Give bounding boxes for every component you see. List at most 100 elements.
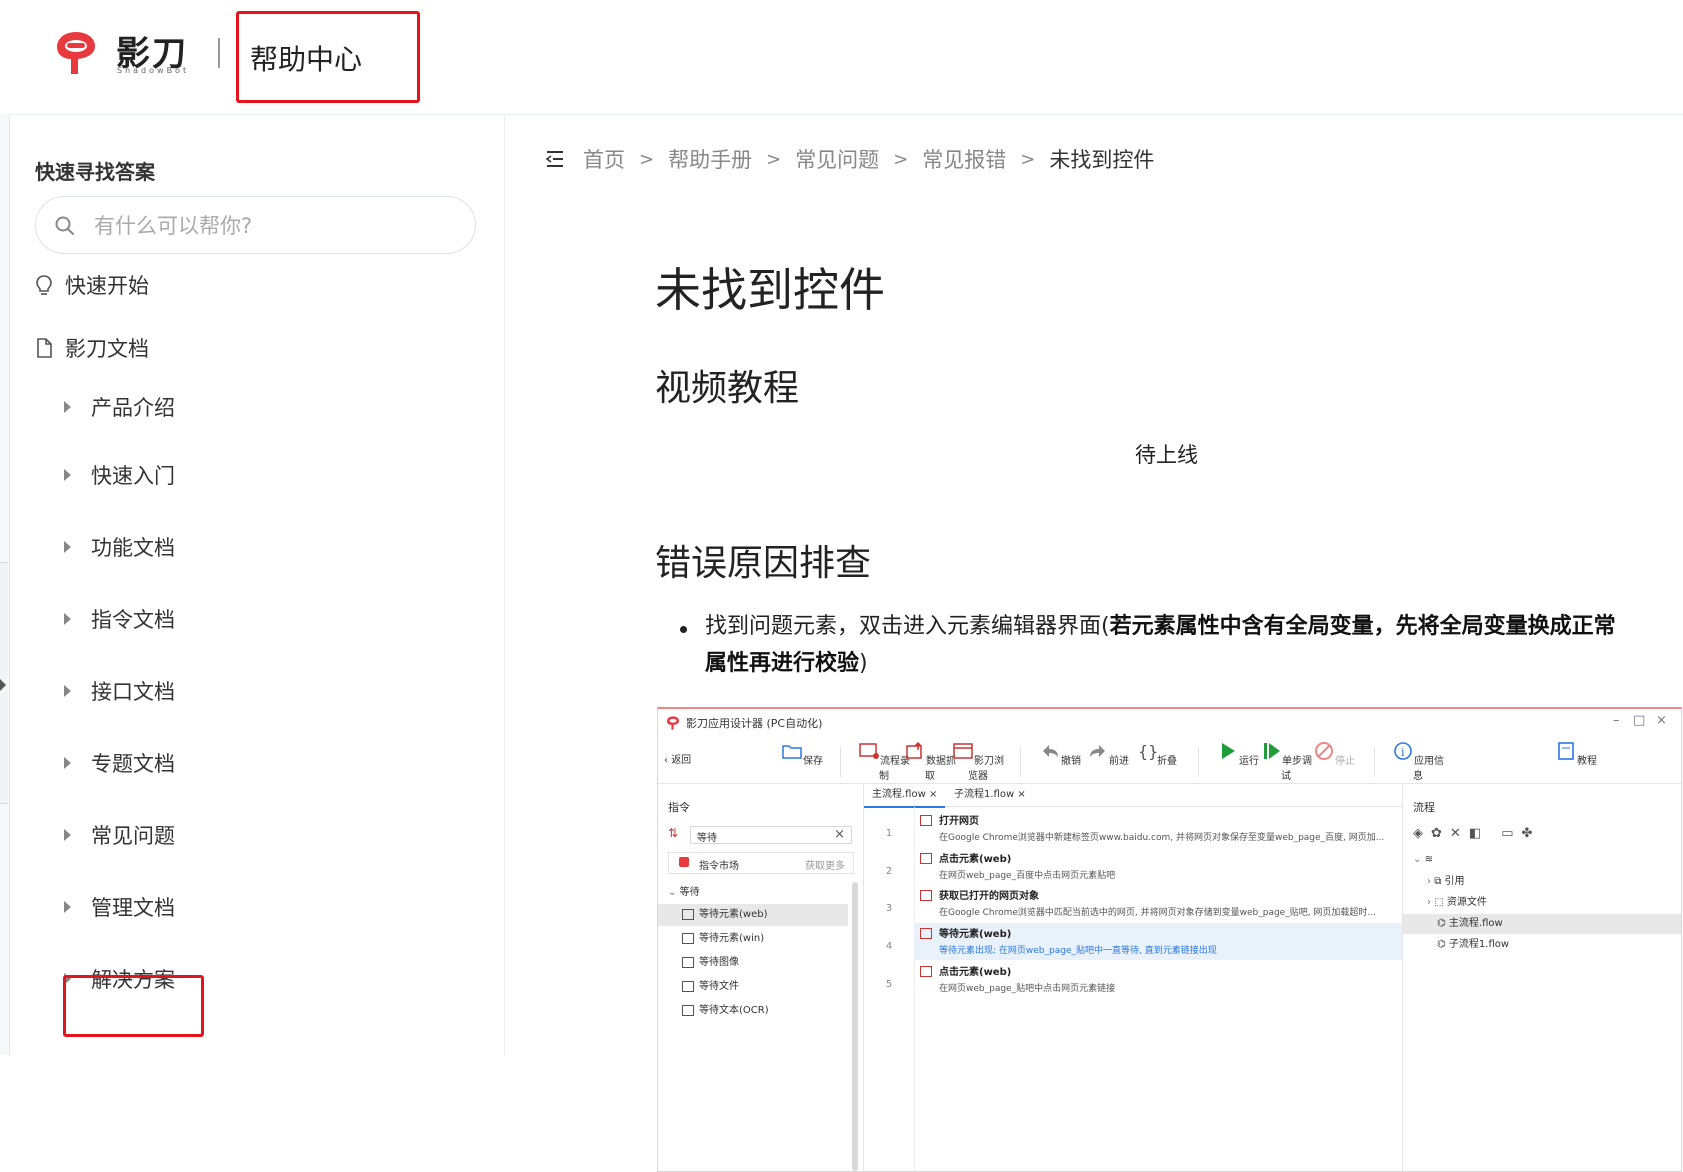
command-group-label: 等待 [679, 887, 700, 898]
close-icon[interactable]: × [1656, 713, 1667, 728]
flow-icon: ⌬ [1437, 939, 1446, 950]
command-item[interactable]: 等待图像 [658, 952, 848, 974]
breadcrumb-manual[interactable]: 帮助手册 [668, 144, 752, 174]
shadowbot-logo-icon[interactable] [54, 28, 98, 78]
folder-icon[interactable]: ▭ [1501, 826, 1521, 841]
command-icon [682, 932, 694, 944]
nav-topic-docs[interactable]: 专题文档 [64, 748, 175, 778]
clear-icon[interactable]: × [834, 827, 845, 842]
breadcrumb-home[interactable]: 首页 [583, 144, 625, 174]
command-item[interactable]: 等待文本(OCR) [658, 1000, 848, 1022]
command-search-value: 等待 [697, 833, 717, 844]
command-market-button[interactable]: 指令市场 获取更多 [668, 852, 854, 874]
toolbar-separator [840, 747, 841, 777]
chevron-right-icon: › [1427, 897, 1431, 908]
svg-text:i: i [1401, 746, 1405, 759]
command-item[interactable]: 等待元素(web) [658, 904, 848, 926]
fold-button[interactable]: {} 折叠 [1126, 741, 1186, 767]
svg-text:{}: {} [1138, 742, 1157, 761]
chevron-down-icon: ⌄ [1413, 854, 1422, 865]
bullet-dot [680, 626, 687, 633]
command-item[interactable]: 等待文件 [658, 976, 848, 998]
save-button[interactable]: 保存 [772, 741, 832, 767]
tree-item-references[interactable]: › ⧉ 引用 [1403, 872, 1681, 892]
market-more-link[interactable]: 获取更多 [805, 857, 845, 872]
flow-step-selected[interactable]: 等待元素(web) 等待元素出现: 在网页web_page_贴吧中一直等待, 直… [914, 923, 1402, 960]
sort-icon[interactable]: ⇅ [668, 826, 678, 840]
breadcrumb-separator: > [766, 148, 782, 170]
command-icon [682, 908, 694, 920]
command-search-input[interactable]: 等待 × [690, 826, 852, 844]
tree-item-resources[interactable]: › ⬚ 资源文件 [1403, 893, 1681, 913]
tree-root[interactable]: ⌄ ≋ [1403, 850, 1681, 870]
menu-toggle-icon[interactable] [545, 150, 565, 168]
app-info-button[interactable]: i 应用信息 [1388, 741, 1448, 782]
folder-icon [782, 745, 802, 759]
flow-step[interactable]: 打开网页 在Google Chrome浏览器中新建标签页www.baidu.co… [914, 810, 1402, 847]
tree-label: 主流程.flow [1448, 918, 1503, 929]
nav-getting-started[interactable]: 快速入门 [64, 460, 175, 490]
breadcrumb-separator: > [1020, 148, 1036, 170]
line-number: 1 [885, 828, 893, 839]
stop-button[interactable]: 停止 [1304, 741, 1364, 767]
command-group[interactable]: ⌄ 等待 [658, 882, 848, 904]
tab-main-flow[interactable]: 主流程.flow × [864, 784, 946, 808]
annotation-box-solutions [63, 975, 204, 1037]
back-button[interactable]: ‹ 返回 [664, 751, 714, 766]
nav-api-docs[interactable]: 接口文档 [64, 676, 175, 706]
nav-shadowbot-docs[interactable]: 影刀文档 [35, 333, 149, 363]
breadcrumb-faq[interactable]: 常见问题 [795, 144, 879, 174]
command-item[interactable]: 等待元素(win) [658, 928, 848, 950]
reference-icon: ⧉ [1434, 876, 1442, 887]
nav-item-label: 管理文档 [91, 896, 175, 920]
app-window-title: 影刀应用设计器 (PC自动化) [686, 717, 823, 730]
minimize-icon[interactable]: – [1613, 713, 1620, 728]
close-tab-icon[interactable]: × [1017, 789, 1025, 800]
bullet-plain-text: 找到问题元素，双击进入元素编辑器界面( [705, 614, 1110, 639]
flow-step[interactable]: 点击元素(web) 在网页web_page_百度中点击网页元素贴吧 [914, 848, 1402, 885]
nav-faq[interactable]: 常见问题 [64, 820, 175, 850]
tree-item-main-flow[interactable]: ⌬ 主流程.flow [1403, 914, 1681, 934]
flow-step[interactable]: 点击元素(web) 在网页web_page_贴吧中点击网页元素链接 [914, 961, 1402, 998]
tree-item-subflow[interactable]: ⌬ 子流程1.flow [1403, 935, 1681, 955]
search-input[interactable] [92, 209, 456, 243]
shadowbot-browser-button[interactable]: 影刀浏览器 [948, 741, 1008, 782]
nav-feature-docs[interactable]: 功能文档 [64, 532, 175, 562]
tab-subflow-1[interactable]: 子流程1.flow × [946, 784, 1034, 806]
undo-icon [1043, 745, 1058, 757]
browser-icon [953, 743, 973, 759]
delete-icon[interactable]: ✕ [1450, 826, 1469, 841]
step-description: 在Google Chrome浏览器中匹配当前选中的网页, 并将网页对象存储到变量… [939, 908, 1377, 918]
breadcrumb-common-errors[interactable]: 常见报错 [922, 144, 1006, 174]
nav-product-intro[interactable]: 产品介绍 [64, 392, 175, 422]
search-box[interactable] [35, 196, 476, 254]
puzzle-icon[interactable]: ✤ [1522, 826, 1541, 841]
tree-label: 引用 [1444, 876, 1465, 887]
bullet-text: 找到问题元素，双击进入元素编辑器界面(若元素属性中含有全局变量，先将全局变量换成… [705, 608, 1635, 682]
nav-quick-start[interactable]: 快速开始 [35, 270, 149, 300]
close-tab-icon[interactable]: × [929, 789, 937, 800]
expand-arrow-icon[interactable] [0, 679, 6, 691]
command-panel-scrollbar[interactable] [852, 882, 858, 1171]
maximize-icon[interactable]: □ [1633, 713, 1645, 728]
tutorial-label: 教程 [1577, 756, 1597, 767]
flow-step[interactable]: 获取已打开的网页对象 在Google Chrome浏览器中匹配当前选中的网页, … [914, 885, 1402, 922]
search-icon [55, 216, 74, 235]
nav-admin-docs[interactable]: 管理文档 [64, 892, 175, 922]
tutorial-button[interactable]: 教程 [1546, 741, 1606, 767]
app-info-label: 应用信息 [1413, 756, 1444, 782]
info-icon: i [1394, 742, 1412, 760]
nav-command-docs[interactable]: 指令文档 [64, 604, 175, 634]
step-title: 打开网页 [939, 816, 979, 827]
command-label: 等待元素(win) [699, 933, 765, 944]
layers-icon[interactable]: ◈ [1413, 826, 1431, 841]
line-number: 2 [885, 866, 893, 877]
pending-notice: 待上线 [1135, 443, 1198, 467]
step-title: 等待元素(web) [939, 929, 1012, 940]
line-number: 3 [885, 903, 893, 914]
step-description: 在网页web_page_贴吧中点击网页元素链接 [939, 984, 1116, 994]
caret-right-icon [64, 829, 71, 841]
split-icon[interactable]: ◧ [1469, 826, 1489, 841]
caret-right-icon [64, 541, 71, 553]
plugin-icon[interactable]: ✿ [1431, 826, 1450, 841]
